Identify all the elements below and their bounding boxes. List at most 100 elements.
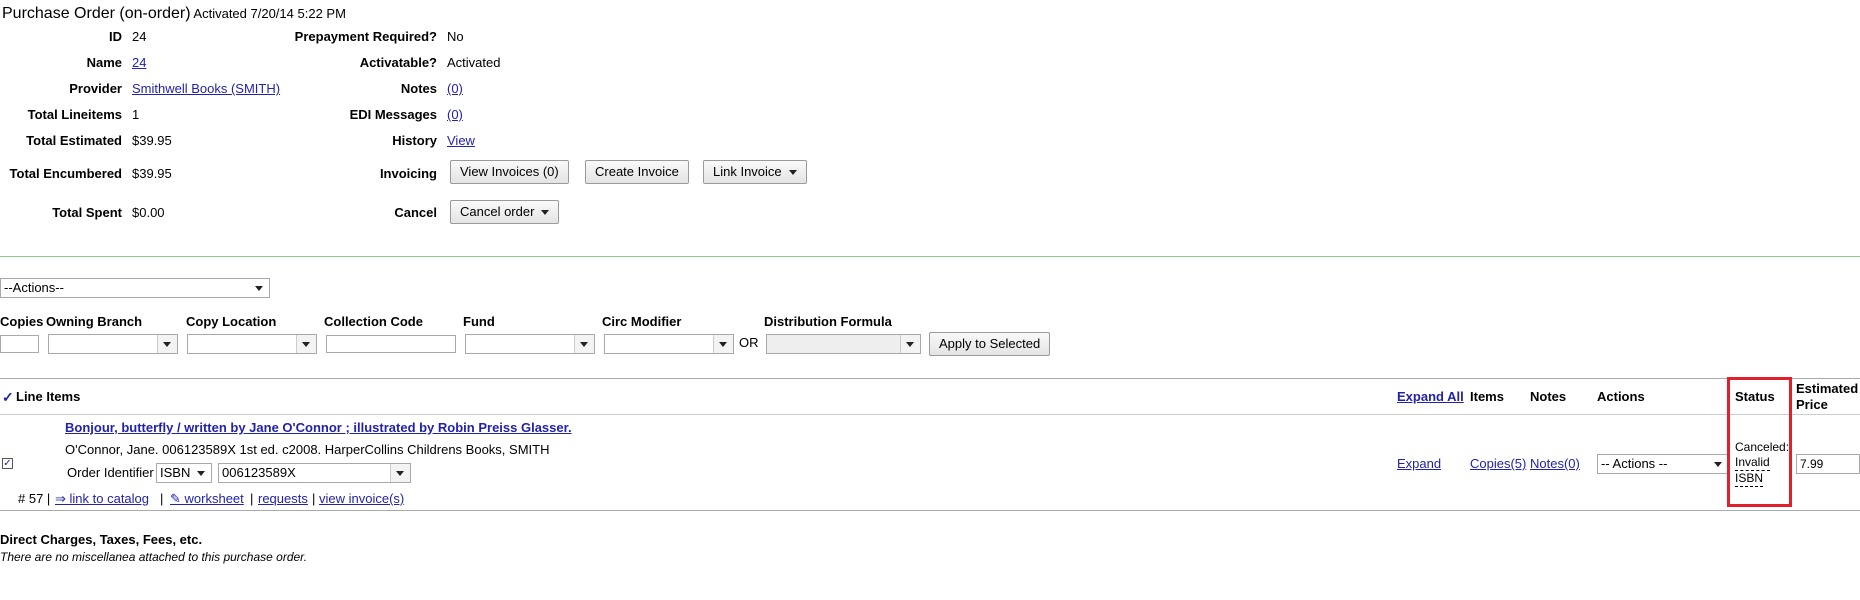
identifier-value: 006123589X bbox=[222, 465, 296, 480]
notes-header: Notes bbox=[1530, 389, 1567, 404]
notes-link[interactable]: (0) bbox=[447, 81, 463, 96]
items-header: Items bbox=[1470, 389, 1504, 404]
name-link[interactable]: 24 bbox=[132, 55, 146, 70]
fund-select[interactable] bbox=[465, 334, 595, 354]
prepayment-value: No bbox=[447, 29, 464, 44]
identifier-type-value: ISBN bbox=[160, 465, 191, 480]
actions-select-value: --Actions-- bbox=[4, 280, 64, 295]
line-item-actions-select[interactable]: -- Actions -- bbox=[1597, 454, 1729, 474]
notes-link-row[interactable]: Notes(0) bbox=[1530, 456, 1580, 471]
cancel-order-label: Cancel order bbox=[460, 204, 535, 219]
section-divider bbox=[0, 256, 1860, 257]
link-invoice-label: Link Invoice bbox=[713, 164, 782, 179]
arrow-right-icon: ⇒ bbox=[55, 491, 70, 506]
worksheet-label: worksheet bbox=[184, 491, 244, 506]
distribution-formula-label: Distribution Formula bbox=[764, 314, 892, 329]
collection-code-label: Collection Code bbox=[324, 314, 423, 329]
actions-header: Actions bbox=[1597, 389, 1645, 404]
identifier-value-select[interactable]: 006123589X bbox=[218, 463, 411, 483]
chevron-down-icon bbox=[900, 335, 920, 353]
chevron-down-icon bbox=[713, 335, 733, 353]
id-label: ID bbox=[109, 29, 122, 44]
link-to-catalog-label: link to catalog bbox=[69, 491, 150, 506]
total-encumbered-label: Total Encumbered bbox=[9, 166, 122, 181]
worksheet-link[interactable]: ✎ worksheet bbox=[170, 491, 244, 507]
expand-all-link[interactable]: Expand All bbox=[1397, 389, 1464, 404]
edi-messages-link[interactable]: (0) bbox=[447, 107, 463, 122]
requests-link[interactable]: requests bbox=[258, 491, 308, 506]
copies-input[interactable] bbox=[0, 335, 39, 353]
link-invoice-button[interactable]: Link Invoice bbox=[703, 160, 807, 184]
chevron-down-icon bbox=[574, 335, 594, 353]
direct-charges-title: Direct Charges, Taxes, Fees, etc. bbox=[0, 532, 203, 547]
status-value: Canceled: Invalid ISBN bbox=[1735, 440, 1789, 487]
estimated-price-header: Estimated Price bbox=[1796, 381, 1858, 413]
total-encumbered-value: $39.95 bbox=[132, 166, 172, 181]
total-lineitems-value: 1 bbox=[132, 107, 140, 122]
chevron-down-icon bbox=[296, 335, 316, 353]
table-bottom-rule bbox=[0, 510, 1860, 511]
chevron-down-icon bbox=[390, 464, 410, 482]
name-label: Name bbox=[86, 55, 122, 70]
actions-select[interactable]: --Actions-- bbox=[0, 278, 270, 298]
cancel-label: Cancel bbox=[394, 205, 437, 220]
status-line1: Canceled: bbox=[1735, 440, 1790, 454]
estimated-price-input[interactable]: 7.99 bbox=[1796, 454, 1860, 474]
chevron-down-icon bbox=[250, 279, 269, 297]
cancel-order-button[interactable]: Cancel order bbox=[450, 200, 560, 224]
chevron-down-icon bbox=[1709, 455, 1728, 473]
distribution-formula-select[interactable] bbox=[766, 334, 921, 354]
id-value: 24 bbox=[132, 29, 147, 44]
status-line3: ISBN bbox=[1735, 471, 1764, 487]
line-item-number: # 57 | bbox=[18, 491, 51, 506]
circ-modifier-select[interactable] bbox=[604, 334, 734, 354]
expand-link[interactable]: Expand bbox=[1397, 456, 1441, 471]
table-top-rule bbox=[0, 378, 1860, 379]
collection-code-input[interactable] bbox=[326, 335, 456, 353]
order-identifier-label: Order Identifier bbox=[67, 465, 154, 480]
total-estimated-label: Total Estimated bbox=[26, 133, 122, 148]
copy-location-select[interactable] bbox=[187, 334, 317, 354]
copies-link[interactable]: Copies(5) bbox=[1470, 456, 1526, 471]
total-spent-label: Total Spent bbox=[52, 205, 122, 220]
line-item-checkbox[interactable]: ✓ bbox=[2, 458, 13, 469]
chevron-down-icon bbox=[157, 335, 177, 353]
line-item-title-link[interactable]: Bonjour, butterfly / written by Jane O'C… bbox=[65, 420, 572, 435]
owning-branch-select[interactable] bbox=[48, 334, 178, 354]
link-to-catalog-link[interactable]: ⇒ link to catalog bbox=[55, 491, 149, 507]
invoicing-label: Invoicing bbox=[379, 166, 437, 181]
activatable-label: Activatable? bbox=[359, 55, 437, 70]
chevron-down-icon bbox=[541, 210, 550, 216]
total-spent-value: $0.00 bbox=[132, 205, 165, 220]
select-all-check[interactable]: ✓ bbox=[2, 389, 14, 406]
separator: | bbox=[312, 491, 316, 506]
separator: | bbox=[250, 491, 254, 506]
activatable-value: Activated bbox=[447, 55, 501, 70]
line-item-details: O'Connor, Jane. 006123589X 1st ed. c2008… bbox=[65, 442, 550, 457]
provider-label: Provider bbox=[69, 81, 122, 96]
status-line2: Invalid bbox=[1735, 455, 1770, 471]
view-invoices-link[interactable]: view invoice(s) bbox=[319, 491, 404, 506]
chevron-down-icon bbox=[192, 464, 211, 482]
create-invoice-button[interactable]: Create Invoice bbox=[585, 160, 689, 184]
owning-branch-label: Owning Branch bbox=[46, 314, 143, 329]
line-items-header: Line Items bbox=[16, 389, 81, 404]
fund-label: Fund bbox=[463, 314, 495, 329]
chevron-down-icon bbox=[788, 170, 797, 176]
edi-messages-label: EDI Messages bbox=[349, 107, 437, 122]
activated-date: Activated 7/20/14 5:22 PM bbox=[193, 6, 346, 21]
po-title: Purchase Order (on-order) bbox=[2, 5, 191, 22]
total-lineitems-label: Total Lineitems bbox=[27, 107, 122, 122]
total-estimated-value: $39.95 bbox=[132, 133, 172, 148]
copy-location-label: Copy Location bbox=[186, 314, 277, 329]
history-link[interactable]: View bbox=[447, 133, 475, 148]
or-label: OR bbox=[739, 335, 759, 350]
identifier-type-select[interactable]: ISBN bbox=[156, 463, 212, 483]
estimated-price-header-line2: Price bbox=[1796, 397, 1828, 412]
view-invoices-button[interactable]: View Invoices (0) bbox=[450, 160, 569, 184]
separator: | bbox=[160, 491, 164, 506]
history-label: History bbox=[392, 133, 437, 148]
prepayment-label: Prepayment Required? bbox=[294, 29, 437, 44]
line-item-actions-value: -- Actions -- bbox=[1601, 456, 1668, 471]
apply-to-selected-button[interactable]: Apply to Selected bbox=[929, 332, 1051, 356]
